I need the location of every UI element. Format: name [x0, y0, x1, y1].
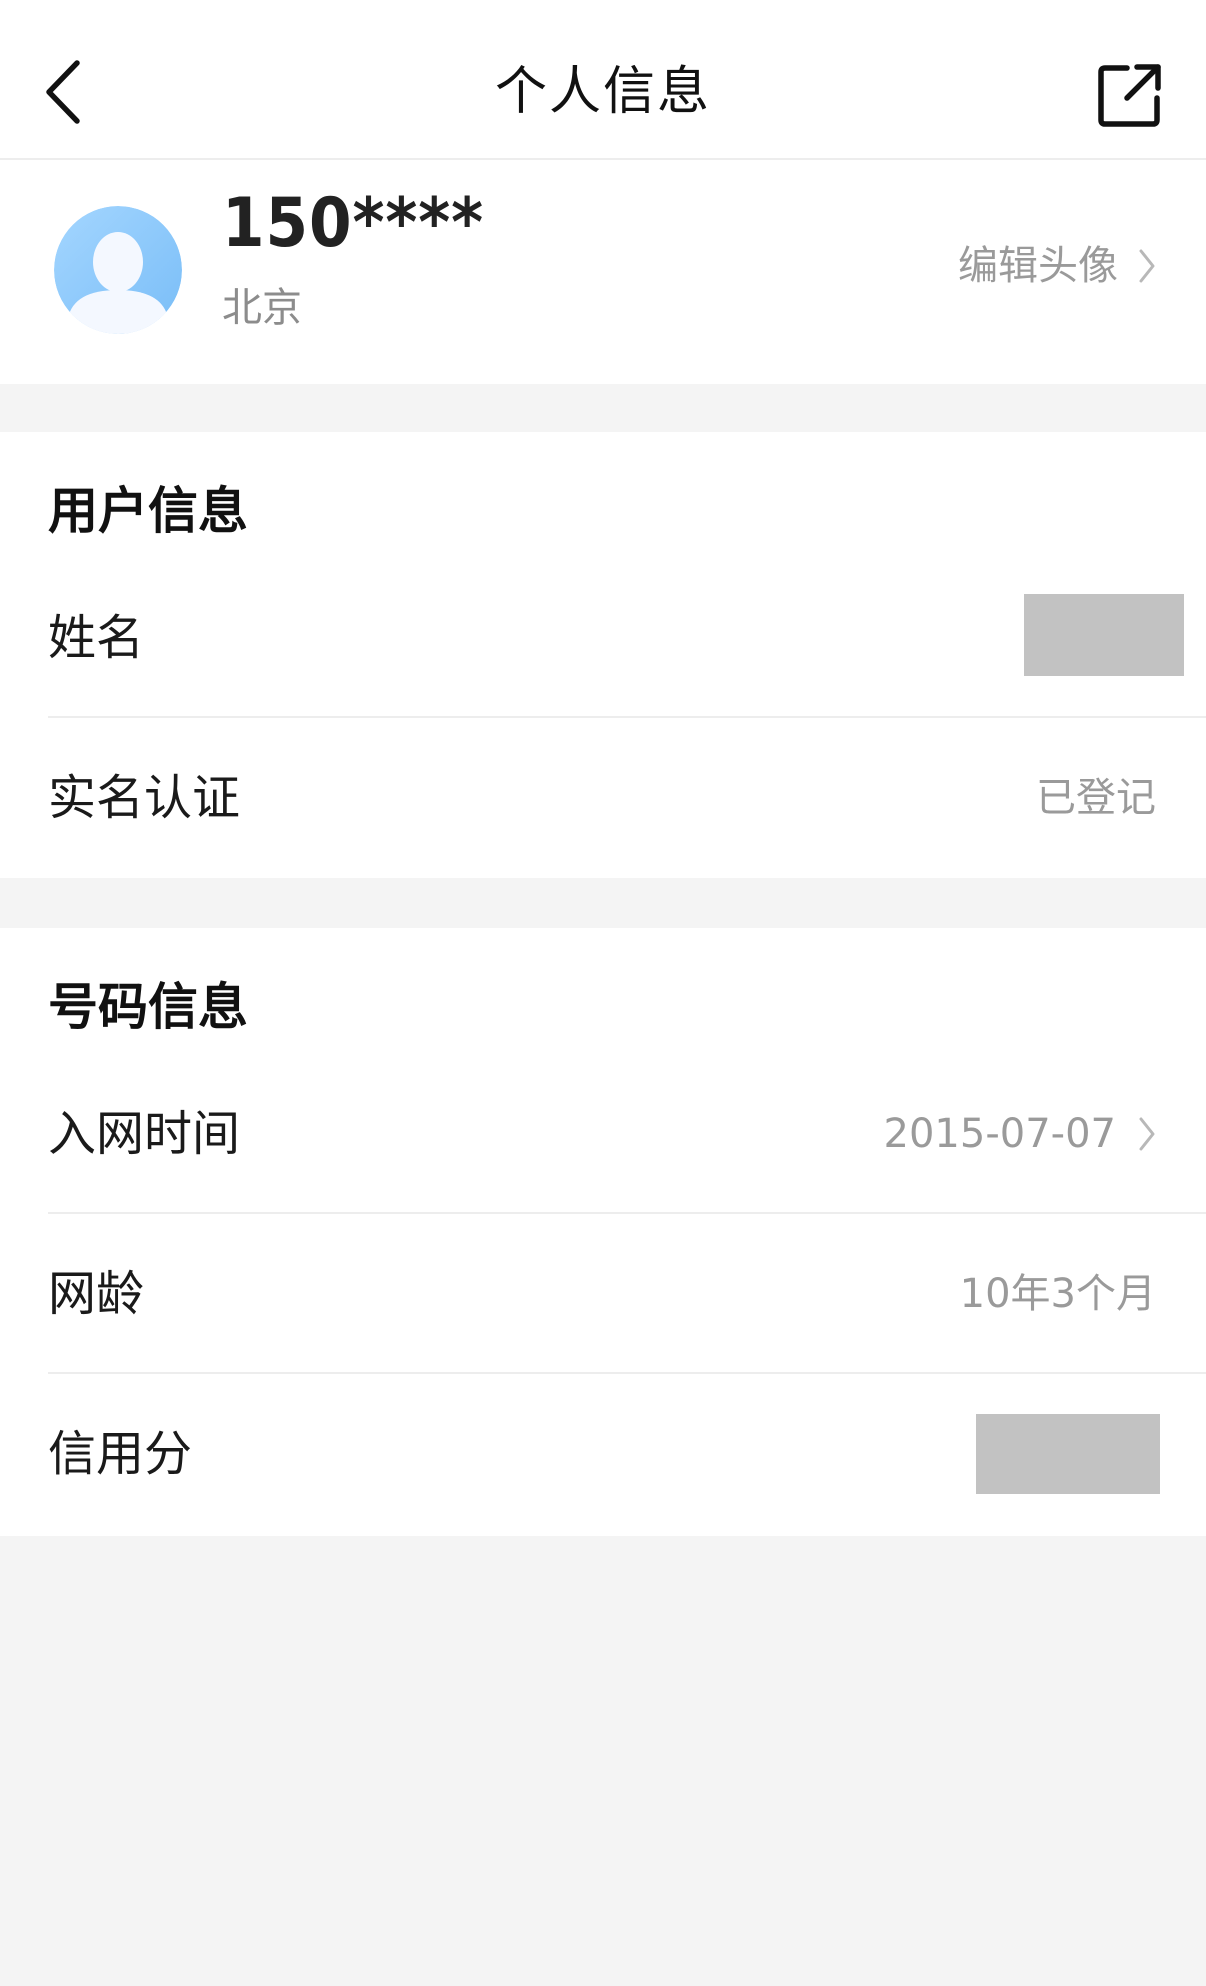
name-label: 姓名: [48, 610, 145, 666]
real-name-auth-value: 已登记: [1036, 718, 1156, 878]
page-title: 个人信息: [494, 62, 711, 122]
credit-score-label: 信用分: [48, 1426, 193, 1482]
top-nav-bar: 个人信息: [0, 0, 1206, 160]
user-info-card: 用户信息 姓名 实名认证 已登记: [0, 432, 1206, 878]
edit-avatar-button[interactable]: 编辑头像: [958, 246, 1156, 286]
join-date-label: 入网时间: [48, 1106, 241, 1162]
profile-card: 150**** 北京 编辑头像: [0, 160, 1206, 384]
real-name-auth-status: 已登记: [1036, 775, 1156, 821]
network-age-row[interactable]: 网龄 10年3个月: [0, 1214, 1206, 1374]
number-info-title: 号码信息: [48, 978, 248, 1036]
join-date-row[interactable]: 入网时间 2015-07-07: [0, 1054, 1206, 1214]
real-name-auth-label: 实名认证: [48, 770, 241, 826]
city-label: 北京: [222, 285, 302, 331]
share-button[interactable]: [1080, 50, 1180, 140]
network-age-text: 10年3个月: [959, 1271, 1156, 1317]
network-age-label: 网龄: [48, 1266, 145, 1322]
default-avatar-icon: [54, 206, 182, 334]
phone-number: 150****: [222, 184, 485, 263]
network-age-value: 10年3个月: [960, 1214, 1156, 1374]
edit-avatar-label: 编辑头像: [958, 243, 1118, 289]
name-row[interactable]: 姓名: [0, 558, 1206, 718]
external-link-icon: [1098, 64, 1161, 127]
join-date-value: 2015-07-07: [884, 1054, 1156, 1214]
join-date-text: 2015-07-07: [883, 1111, 1116, 1157]
real-name-auth-row[interactable]: 实名认证 已登记: [0, 718, 1206, 878]
chevron-right-icon: [1139, 249, 1155, 283]
chevron-right-icon: [1139, 1117, 1155, 1151]
credit-score-row[interactable]: 信用分: [0, 1374, 1206, 1534]
credit-score-redacted-value: [976, 1414, 1160, 1494]
user-info-title: 用户信息: [48, 482, 248, 540]
avatar[interactable]: [54, 206, 182, 334]
name-redacted-value: [1024, 594, 1184, 676]
number-info-card: 号码信息 入网时间 2015-07-07 网龄 10年3个月 信用分: [0, 928, 1206, 1536]
